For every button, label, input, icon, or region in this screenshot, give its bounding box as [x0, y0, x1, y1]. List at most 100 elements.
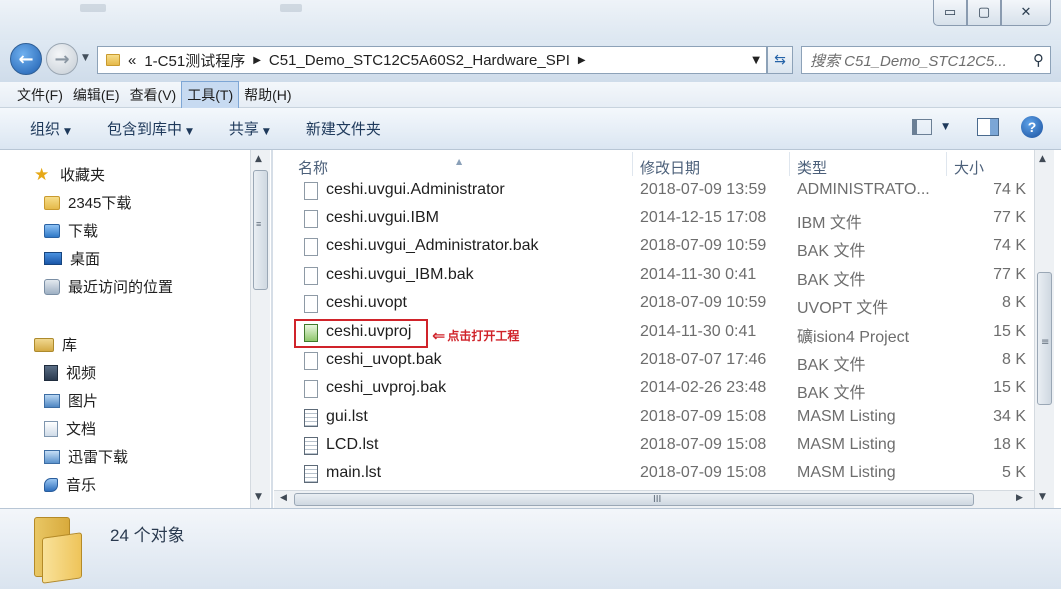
file-name: gui.lst: [326, 408, 368, 425]
nav-libraries[interactable]: 库: [34, 334, 77, 355]
nav-scroll-thumb[interactable]: ≡: [253, 170, 268, 290]
file-row[interactable]: ceshi.uvgui_Administrator.bak 2018-07-09…: [274, 233, 1034, 261]
nav-item-xunlei-downloads[interactable]: 迅雷下载: [44, 446, 128, 467]
share-label: 共享: [228, 121, 259, 138]
address-field[interactable]: « 1-C51测试程序 ▶ C51_Demo_STC12C5A60S2_Hard…: [97, 46, 767, 74]
music-library-icon: [44, 477, 58, 492]
file-date: 2018-07-09 10:59: [640, 294, 767, 311]
file-date: 2018-07-09 10:59: [640, 237, 767, 254]
organize-button[interactable]: 组织 ▼: [30, 118, 71, 139]
file-row[interactable]: ceshi_uvproj.bak 2014-02-26 23:48 BAK 文件…: [274, 375, 1034, 403]
column-header-type[interactable]: 类型: [797, 157, 827, 178]
address-dropdown-icon[interactable]: ▼: [752, 55, 760, 66]
nav-pane-scrollbar[interactable]: ▲ ≡ ▼: [250, 150, 270, 508]
menu-view[interactable]: 查看(V): [125, 82, 182, 108]
listing-file-icon: [304, 465, 318, 483]
file-row[interactable]: ceshi.uvopt 2018-07-09 10:59 UVOPT 文件 8 …: [274, 290, 1034, 318]
folder-icon: [106, 54, 120, 66]
blank-file-icon: [304, 295, 318, 313]
nav-favorites[interactable]: ★ 收藏夹: [34, 164, 105, 185]
forward-button[interactable]: →: [46, 43, 78, 75]
nav-item-desktop[interactable]: 桌面: [44, 248, 100, 269]
sort-arrow-icon: ▲: [456, 157, 463, 166]
scroll-left-arrow[interactable]: ◀: [280, 493, 287, 503]
file-row[interactable]: main.lst 2018-07-09 15:08 MASM Listing 5…: [274, 460, 1034, 488]
menu-file[interactable]: 文件(F): [12, 82, 68, 108]
new-folder-button[interactable]: 新建文件夹: [306, 118, 381, 139]
nav-item-pictures[interactable]: 图片: [44, 390, 98, 411]
file-size: 77 K: [993, 266, 1026, 283]
file-list-vertical-scrollbar[interactable]: ▲ ≡ ▼: [1034, 150, 1054, 508]
include-in-library-button[interactable]: 包含到库中 ▼: [107, 118, 193, 139]
nav-label: 图片: [68, 393, 99, 410]
file-row-ceshi-uvproj[interactable]: ceshi.uvproj ⇐ 点击打开工程 2014-11-30 0:41 礦i…: [274, 319, 1034, 348]
file-row[interactable]: ceshi.uvgui.Administrator 2018-07-09 13:…: [274, 177, 1034, 205]
breadcrumb-item[interactable]: C51_Demo_STC12C5A60S2_Hardware_SPI: [269, 52, 570, 69]
folder-icon: [44, 195, 60, 210]
file-size: 15 K: [993, 323, 1026, 340]
file-list-horizontal-scrollbar[interactable]: ◀ III ▶: [274, 490, 1034, 508]
search-icon[interactable]: ⚲: [1033, 51, 1044, 69]
file-row[interactable]: LCD.lst 2018-07-09 15:08 MASM Listing 18…: [274, 432, 1034, 460]
scroll-down-arrow[interactable]: ▼: [255, 492, 262, 502]
view-options-dropdown[interactable]: ▼: [942, 122, 949, 132]
change-view-icon[interactable]: [912, 119, 933, 135]
file-type: IBM 文件: [797, 215, 862, 232]
file-name: ceshi.uvgui_Administrator.bak: [326, 237, 539, 254]
address-overflow[interactable]: «: [128, 52, 136, 69]
nav-label: 文档: [66, 421, 97, 438]
maximize-button[interactable]: ▢: [967, 0, 1001, 26]
refresh-button[interactable]: ⇆: [767, 46, 793, 74]
column-header-date[interactable]: 修改日期: [640, 157, 700, 178]
chevron-down-icon: ▼: [64, 127, 71, 137]
chevron-down-icon: ▼: [262, 127, 270, 137]
close-button[interactable]: ✕: [1001, 0, 1051, 26]
nav-item-videos[interactable]: 视频: [44, 362, 96, 383]
back-button[interactable]: ←: [10, 43, 42, 75]
nav-item-documents[interactable]: 文档: [44, 418, 96, 439]
nav-item-2345-downloads[interactable]: 2345下载: [44, 192, 131, 213]
file-row[interactable]: gui.lst 2018-07-09 15:08 MASM Listing 34…: [274, 404, 1034, 432]
file-date: 2014-11-30 0:41: [640, 323, 757, 340]
file-row[interactable]: ceshi.uvgui.IBM 2014-12-15 17:08 IBM 文件 …: [274, 205, 1034, 233]
search-placeholder: 搜索 C51_Demo_STC12C5...: [810, 52, 1007, 70]
address-bar-area: ← → ▼ « 1-C51测试程序 ▶ C51_Demo_STC12C5A60S…: [0, 40, 1061, 82]
file-name: ceshi.uvgui_IBM.bak: [326, 266, 474, 283]
horizontal-scroll-thumb[interactable]: III: [294, 493, 974, 506]
breadcrumb-chevron-icon[interactable]: ▶: [578, 55, 586, 66]
menu-help[interactable]: 帮助(H): [239, 82, 296, 108]
breadcrumb-chevron-icon[interactable]: ▶: [253, 55, 261, 66]
xunlei-folder-icon: [44, 449, 60, 464]
help-icon[interactable]: ?: [1021, 116, 1043, 138]
file-list-scroll-thumb[interactable]: ≡: [1037, 272, 1052, 405]
refresh-icon: ⇆: [774, 52, 786, 68]
scroll-right-arrow[interactable]: ▶: [1016, 493, 1023, 503]
file-row[interactable]: ceshi.uvgui_IBM.bak 2014-11-30 0:41 BAK …: [274, 262, 1034, 290]
downloads-folder-icon: [44, 223, 60, 238]
nav-item-music[interactable]: 音乐: [44, 474, 96, 495]
forward-arrow-icon: →: [54, 48, 70, 70]
scroll-down-arrow[interactable]: ▼: [1039, 492, 1046, 502]
listing-file-icon: [304, 409, 318, 427]
minimize-button[interactable]: ▭: [933, 0, 967, 26]
nav-item-recent-places[interactable]: 最近访问的位置: [44, 276, 173, 297]
file-type: BAK 文件: [797, 385, 866, 402]
nav-item-downloads[interactable]: 下载: [44, 220, 98, 241]
column-header-name[interactable]: 名称: [298, 157, 328, 178]
preview-pane-icon[interactable]: [977, 118, 999, 136]
nav-label: 库: [62, 337, 78, 354]
chevron-down-icon: ▼: [185, 127, 193, 137]
scroll-up-arrow[interactable]: ▲: [1039, 154, 1046, 164]
recent-pages-dropdown[interactable]: ▼: [82, 53, 89, 63]
pane-splitter[interactable]: [271, 150, 273, 508]
search-input[interactable]: 搜索 C51_Demo_STC12C5... ⚲: [801, 46, 1051, 74]
breadcrumb-item[interactable]: 1-C51测试程序: [144, 50, 245, 71]
menu-tools[interactable]: 工具(T): [181, 80, 240, 109]
desktop-icon: [44, 252, 62, 265]
share-button[interactable]: 共享 ▼: [229, 118, 270, 139]
file-row[interactable]: ceshi_uvopt.bak 2018-07-07 17:46 BAK 文件 …: [274, 347, 1034, 375]
column-header-size[interactable]: 大小: [954, 157, 984, 178]
menu-edit[interactable]: 编辑(E): [68, 82, 125, 108]
picture-library-icon: [44, 393, 60, 408]
scroll-up-arrow[interactable]: ▲: [255, 154, 262, 164]
